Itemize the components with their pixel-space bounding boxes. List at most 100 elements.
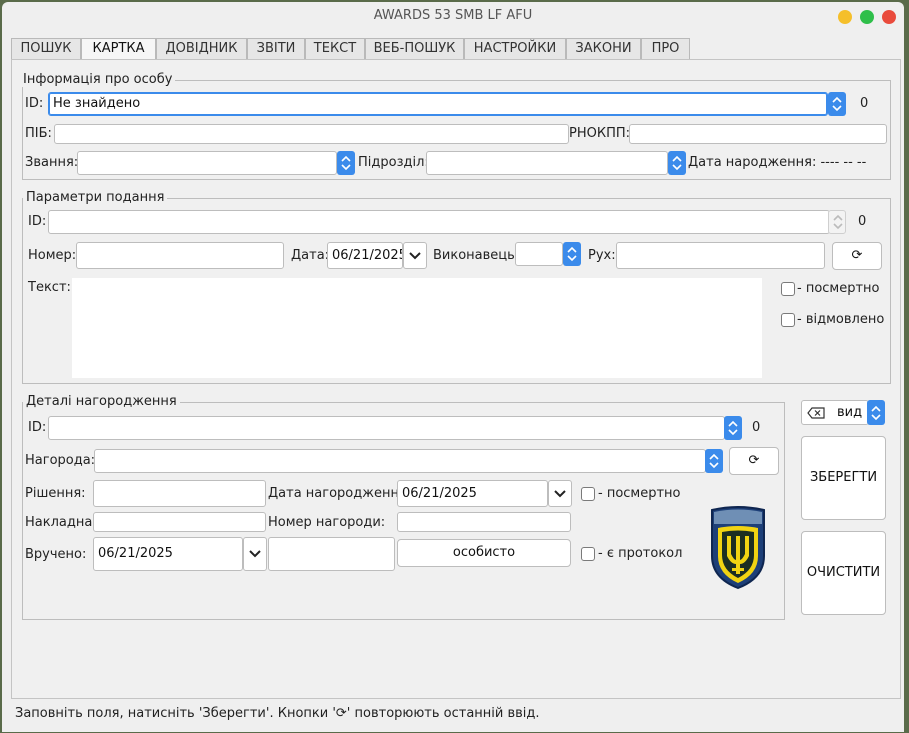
waybill-input[interactable] (93, 512, 266, 532)
view-combobox[interactable]: вид (801, 400, 869, 425)
view-spin[interactable] (867, 400, 885, 425)
award-combobox[interactable] (94, 449, 706, 473)
denied-checkbox[interactable] (781, 313, 795, 327)
movement-input[interactable] (616, 242, 825, 269)
tab-reports[interactable]: ЗВІТИ (247, 38, 305, 60)
tab-reference[interactable]: ДОВІДНИК (156, 38, 247, 60)
window-title: AWARDS 53 SMB LF AFU (373, 8, 533, 23)
award-posthumous-label: - посмертно (598, 486, 681, 501)
decision-label: Рішення: (25, 486, 86, 501)
award-repeat-button[interactable]: ⟳ (729, 447, 779, 475)
posthumous-checkbox[interactable] (781, 282, 795, 296)
submission-group-title: Параметри подання (23, 190, 168, 205)
chevron-down-icon (249, 550, 261, 558)
handed-extra-input[interactable] (268, 537, 395, 571)
tab-about[interactable]: ПРО (641, 38, 690, 60)
rnokpp-label: РНОКПП: (569, 126, 631, 141)
award-group-title: Деталі нагородження (23, 394, 180, 409)
handed-date-dropdown[interactable] (243, 537, 267, 571)
executor-spin[interactable] (563, 242, 581, 266)
denied-label: - відмовлено (797, 312, 885, 327)
person-info-group: Інформація про особу ID: Не знайдено 0 П… (20, 72, 891, 180)
minimize-button[interactable] (838, 10, 852, 24)
unit-combobox[interactable] (426, 151, 668, 175)
updown-icon (728, 420, 738, 436)
personally-button[interactable]: особисто (397, 539, 571, 567)
clear-input-icon (807, 407, 825, 419)
submission-count: 0 (858, 214, 867, 229)
protocol-label: - є протокол (598, 546, 683, 561)
card-pane: Інформація про особу ID: Не знайдено 0 П… (11, 59, 901, 699)
date-value: 06/21/2025 (332, 248, 403, 263)
text-label: Текст: (28, 280, 71, 295)
rank-spin[interactable] (337, 151, 355, 175)
number-input[interactable] (76, 242, 284, 269)
save-button[interactable]: ЗБЕРЕГТИ (801, 436, 886, 520)
updown-icon (709, 453, 719, 469)
date-label: Дата: (291, 248, 330, 263)
app-window: AWARDS 53 SMB LF AFU ПОШУК КАРТКА ДОВІДН… (2, 2, 904, 732)
updown-icon (567, 246, 577, 262)
submission-id-spin[interactable] (828, 210, 846, 234)
award-date-label: Дата нагородження: (268, 486, 412, 501)
decision-input[interactable] (93, 480, 266, 507)
tab-text[interactable]: ТЕКСТ (305, 38, 365, 60)
person-id-combobox[interactable]: Не знайдено (48, 92, 828, 116)
person-count: 0 (860, 96, 869, 111)
personally-label: особисто (452, 545, 516, 560)
text-area[interactable] (72, 278, 762, 378)
posthumous-label: - посмертно (797, 281, 880, 296)
tab-search[interactable]: ПОШУК (11, 38, 81, 60)
award-spin[interactable] (705, 449, 723, 473)
tab-web-search[interactable]: ВЕБ-ПОШУК (365, 38, 464, 60)
award-id-label: ID: (28, 420, 47, 435)
award-date-dropdown[interactable] (548, 480, 572, 507)
date-dropdown[interactable] (403, 242, 427, 269)
rank-combobox[interactable] (77, 151, 337, 175)
chevron-down-icon (409, 252, 421, 260)
award-posthumous-checkbox[interactable] (581, 487, 595, 501)
birth-date-label: Дата народження: ---- -- -- (688, 155, 867, 170)
unit-label: Підрозділ: (358, 155, 429, 170)
award-date-value: 06/21/2025 (402, 486, 477, 501)
waybill-label: Накладна: (25, 515, 97, 530)
updown-icon (672, 155, 682, 171)
submission-id-input[interactable] (48, 210, 830, 234)
submission-id-label: ID: (28, 214, 47, 229)
award-label: Нагорода: (25, 453, 96, 468)
clear-label: ОЧИСТИТИ (806, 565, 881, 580)
award-id-combobox[interactable] (48, 416, 725, 440)
unit-spin[interactable] (668, 151, 686, 175)
person-id-spin[interactable] (828, 92, 846, 116)
handed-date-input[interactable]: 06/21/2025 (93, 537, 243, 571)
tab-laws[interactable]: ЗАКОНИ (566, 38, 641, 60)
tab-card[interactable]: КАРТКА (81, 38, 156, 60)
view-label: вид (837, 405, 863, 420)
save-label: ЗБЕРЕГТИ (809, 470, 878, 485)
close-button[interactable] (882, 10, 896, 24)
maximize-button[interactable] (860, 10, 874, 24)
number-label: Номер: (28, 248, 77, 263)
clear-button[interactable]: ОЧИСТИТИ (801, 531, 886, 615)
title-bar: AWARDS 53 SMB LF AFU (2, 2, 904, 32)
submission-group: Параметри подання ID: 0 Номер: Дата: 06/… (22, 190, 891, 384)
tab-settings[interactable]: НАСТРОЙКИ (464, 38, 566, 60)
protocol-checkbox[interactable] (581, 547, 595, 561)
updown-icon (871, 405, 881, 420)
pib-input[interactable] (54, 124, 569, 144)
repeat-icon: ⟳ (748, 453, 760, 468)
award-date-input[interactable]: 06/21/2025 (397, 480, 548, 507)
movement-repeat-button[interactable]: ⟳ (832, 242, 882, 270)
executor-combobox[interactable] (515, 242, 563, 266)
award-number-input[interactable] (397, 512, 571, 532)
rnokpp-input[interactable] (629, 124, 887, 144)
pib-label: ПІБ: (25, 126, 52, 141)
award-id-spin[interactable] (724, 416, 742, 440)
date-input[interactable]: 06/21/2025 (327, 242, 403, 269)
handed-label: Вручено: (25, 547, 87, 562)
status-bar: Заповніть поля, натисніть 'Зберегти'. Кн… (15, 706, 540, 721)
updown-icon (832, 96, 842, 112)
handed-date-value: 06/21/2025 (98, 546, 173, 561)
movement-label: Рух: (588, 248, 616, 263)
unit-emblem (711, 506, 765, 590)
